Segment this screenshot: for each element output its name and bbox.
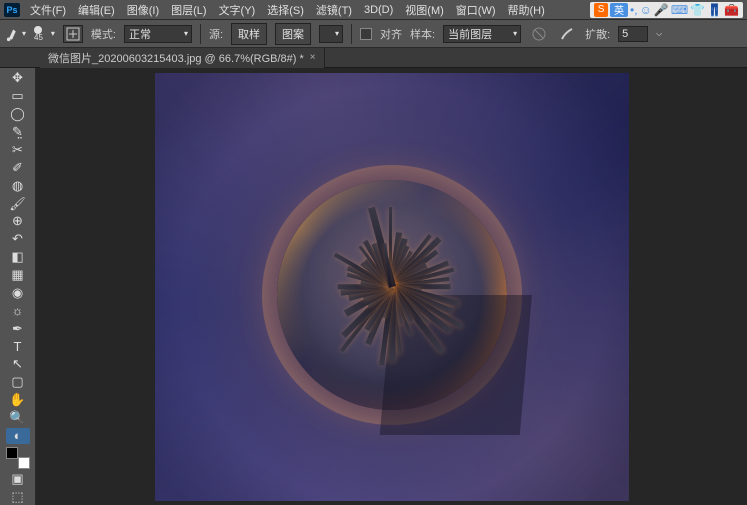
healing-brush-tool[interactable]: ◍: [6, 177, 30, 194]
document-tab-title: 微信图片_20200603215403.jpg @ 66.7%(RGB/8#) …: [48, 50, 304, 66]
menu-help[interactable]: 帮助(H): [502, 0, 551, 20]
menu-3d[interactable]: 3D(D): [358, 2, 399, 18]
crop-tool[interactable]: ✂: [6, 142, 30, 159]
move-tool[interactable]: ✥: [6, 70, 30, 87]
shape-tool[interactable]: ▢: [6, 374, 30, 391]
menu-image[interactable]: 图像(I): [121, 0, 165, 20]
menu-select[interactable]: 选择(S): [261, 0, 310, 20]
clone-stamp-tool[interactable]: ⊕: [6, 213, 30, 230]
ime-punct-icon[interactable]: •,: [630, 3, 638, 17]
gradient-tool[interactable]: ▦: [6, 267, 30, 284]
options-bar: ▾ 45 ▾ 模式: 正常 源: 取样 图案 对齐 样本: 当前图层 扩散: ⌵: [0, 20, 747, 48]
color-swatches[interactable]: [6, 447, 30, 469]
sample-layers-dropdown[interactable]: 当前图层: [443, 25, 521, 43]
aligned-checkbox[interactable]: [360, 28, 372, 40]
ime-skin-icon[interactable]: 👖: [707, 3, 722, 17]
menu-view[interactable]: 视图(M): [399, 0, 450, 20]
diffusion-label: 扩散:: [585, 26, 610, 42]
pattern-button[interactable]: 图案: [275, 23, 311, 45]
ime-mic-icon[interactable]: 🎤: [654, 3, 669, 17]
document-canvas[interactable]: [155, 73, 629, 501]
source-label: 源:: [209, 26, 223, 42]
canvas-area[interactable]: [36, 68, 747, 505]
workspace: ✥ ▭ ◯ ✎̤ ✂ ✐ ◍ 🖌 ⊕ ↶ ◧ ▦ ◉ ☼ ✒ T ↖ ▢ ✋ 🔍…: [0, 68, 747, 505]
tab-close-button[interactable]: ×: [310, 52, 316, 63]
hand-tool[interactable]: ✋: [6, 392, 30, 409]
screen-mode-toggle[interactable]: ⬚: [6, 488, 30, 505]
menu-edit[interactable]: 编辑(E): [72, 0, 121, 20]
ime-person-icon[interactable]: 👕: [690, 3, 705, 17]
ignore-adjustment-icon[interactable]: [529, 24, 549, 44]
eraser-tool[interactable]: ◧: [6, 249, 30, 266]
eyedropper-tool[interactable]: ✐: [6, 159, 30, 176]
pressure-size-icon[interactable]: [557, 24, 577, 44]
pattern-picker-dropdown[interactable]: [319, 25, 343, 43]
app-logo: Ps: [4, 3, 20, 17]
mode-label: 模式:: [91, 26, 116, 42]
document-tab[interactable]: 微信图片_20200603215403.jpg @ 66.7%(RGB/8#) …: [40, 48, 325, 68]
menu-window[interactable]: 窗口(W): [450, 0, 502, 20]
zoom-tool[interactable]: 🔍: [6, 410, 30, 427]
blend-mode-dropdown[interactable]: 正常: [124, 25, 192, 43]
ime-keyboard-icon[interactable]: ⌨: [671, 3, 688, 17]
brush-panel-toggle-icon[interactable]: [63, 25, 83, 43]
marquee-tool[interactable]: ▭: [6, 88, 30, 105]
pen-tool[interactable]: ✒: [6, 320, 30, 337]
dodge-tool[interactable]: ☼: [6, 302, 30, 319]
background-color-swatch[interactable]: [18, 457, 30, 469]
ime-toolbox-icon[interactable]: 🧰: [724, 3, 739, 17]
menu-file[interactable]: 文件(F): [24, 0, 72, 20]
sample-button[interactable]: 取样: [231, 23, 267, 45]
quick-mask-toggle[interactable]: ▣: [6, 470, 30, 487]
history-brush-tool[interactable]: ↶: [6, 231, 30, 248]
current-tool-icon[interactable]: ▾: [6, 24, 26, 44]
quick-select-tool[interactable]: ✎̤: [6, 124, 30, 141]
menu-layer[interactable]: 图层(L): [165, 0, 212, 20]
path-select-tool[interactable]: ↖: [6, 356, 30, 373]
ime-lang-indicator[interactable]: 英: [610, 3, 628, 17]
patch-tool[interactable]: ◐: [6, 428, 30, 445]
brush-size-label: 45: [34, 34, 43, 42]
brush-preset-picker[interactable]: 45: [34, 26, 43, 42]
ime-emoji-icon[interactable]: ☺: [640, 3, 652, 17]
menu-bar: Ps 文件(F) 编辑(E) 图像(I) 图层(L) 文字(Y) 选择(S) 滤…: [0, 0, 747, 20]
foreground-color-swatch[interactable]: [6, 447, 18, 459]
tools-panel: ✥ ▭ ◯ ✎̤ ✂ ✐ ◍ 🖌 ⊕ ↶ ◧ ▦ ◉ ☼ ✒ T ↖ ▢ ✋ 🔍…: [0, 68, 36, 505]
diffusion-input[interactable]: [618, 26, 648, 42]
menu-type[interactable]: 文字(Y): [213, 0, 262, 20]
ime-toolbar[interactable]: S 英 •, ☺ 🎤 ⌨ 👕 👖 🧰: [590, 2, 743, 18]
document-tab-bar: 微信图片_20200603215403.jpg @ 66.7%(RGB/8#) …: [0, 48, 747, 68]
sample-dropdown-label: 样本:: [410, 26, 435, 42]
menu-filter[interactable]: 滤镜(T): [310, 0, 358, 20]
aligned-label: 对齐: [380, 26, 402, 42]
brush-tool[interactable]: 🖌: [6, 195, 30, 212]
lasso-tool[interactable]: ◯: [6, 106, 30, 123]
ime-logo-icon: S: [594, 3, 608, 17]
type-tool[interactable]: T: [6, 338, 30, 355]
blur-tool[interactable]: ◉: [6, 285, 30, 302]
